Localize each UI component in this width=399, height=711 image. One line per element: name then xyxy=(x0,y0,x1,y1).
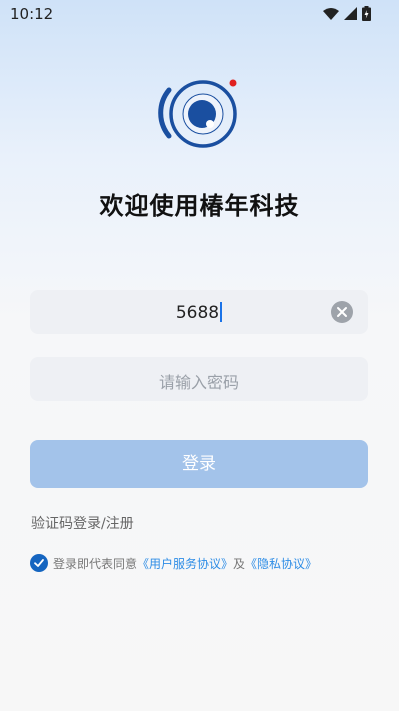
close-icon xyxy=(337,307,347,317)
agreement-row: 登录即代表同意《用户服务协议》及《隐私协议》 xyxy=(30,554,317,572)
agreement-text: 登录即代表同意《用户服务协议》及《隐私协议》 xyxy=(53,555,317,572)
password-input[interactable]: 请输入密码 xyxy=(30,357,368,401)
status-bar: 10:12 xyxy=(0,0,399,28)
user-agreement-link[interactable]: 《用户服务协议》 xyxy=(137,557,233,571)
agreement-and: 及 xyxy=(233,556,246,571)
privacy-policy-link[interactable]: 《隐私协议》 xyxy=(245,557,317,571)
login-button[interactable]: 登录 xyxy=(30,440,368,488)
welcome-title: 欢迎使用椿年科技 xyxy=(99,192,300,220)
clear-input-button[interactable] xyxy=(331,301,353,323)
agreement-prefix: 登录即代表同意 xyxy=(53,556,138,571)
status-icons xyxy=(323,6,371,21)
camera-lens-logo-icon xyxy=(158,79,237,148)
text-caret xyxy=(220,302,223,322)
cell-signal-icon xyxy=(344,7,357,20)
wifi-icon xyxy=(323,7,339,20)
sms-login-link[interactable]: 验证码登录/注册 xyxy=(31,513,134,533)
check-icon xyxy=(34,559,44,567)
status-time: 10:12 xyxy=(10,5,54,23)
phone-input-text[interactable]: 5688 xyxy=(30,302,368,323)
password-placeholder: 请输入密码 xyxy=(158,373,239,392)
phone-input[interactable]: 5688 xyxy=(30,290,368,334)
agreement-checkbox[interactable] xyxy=(30,554,48,572)
battery-icon xyxy=(362,6,371,21)
phone-value: 5688 xyxy=(175,303,220,323)
